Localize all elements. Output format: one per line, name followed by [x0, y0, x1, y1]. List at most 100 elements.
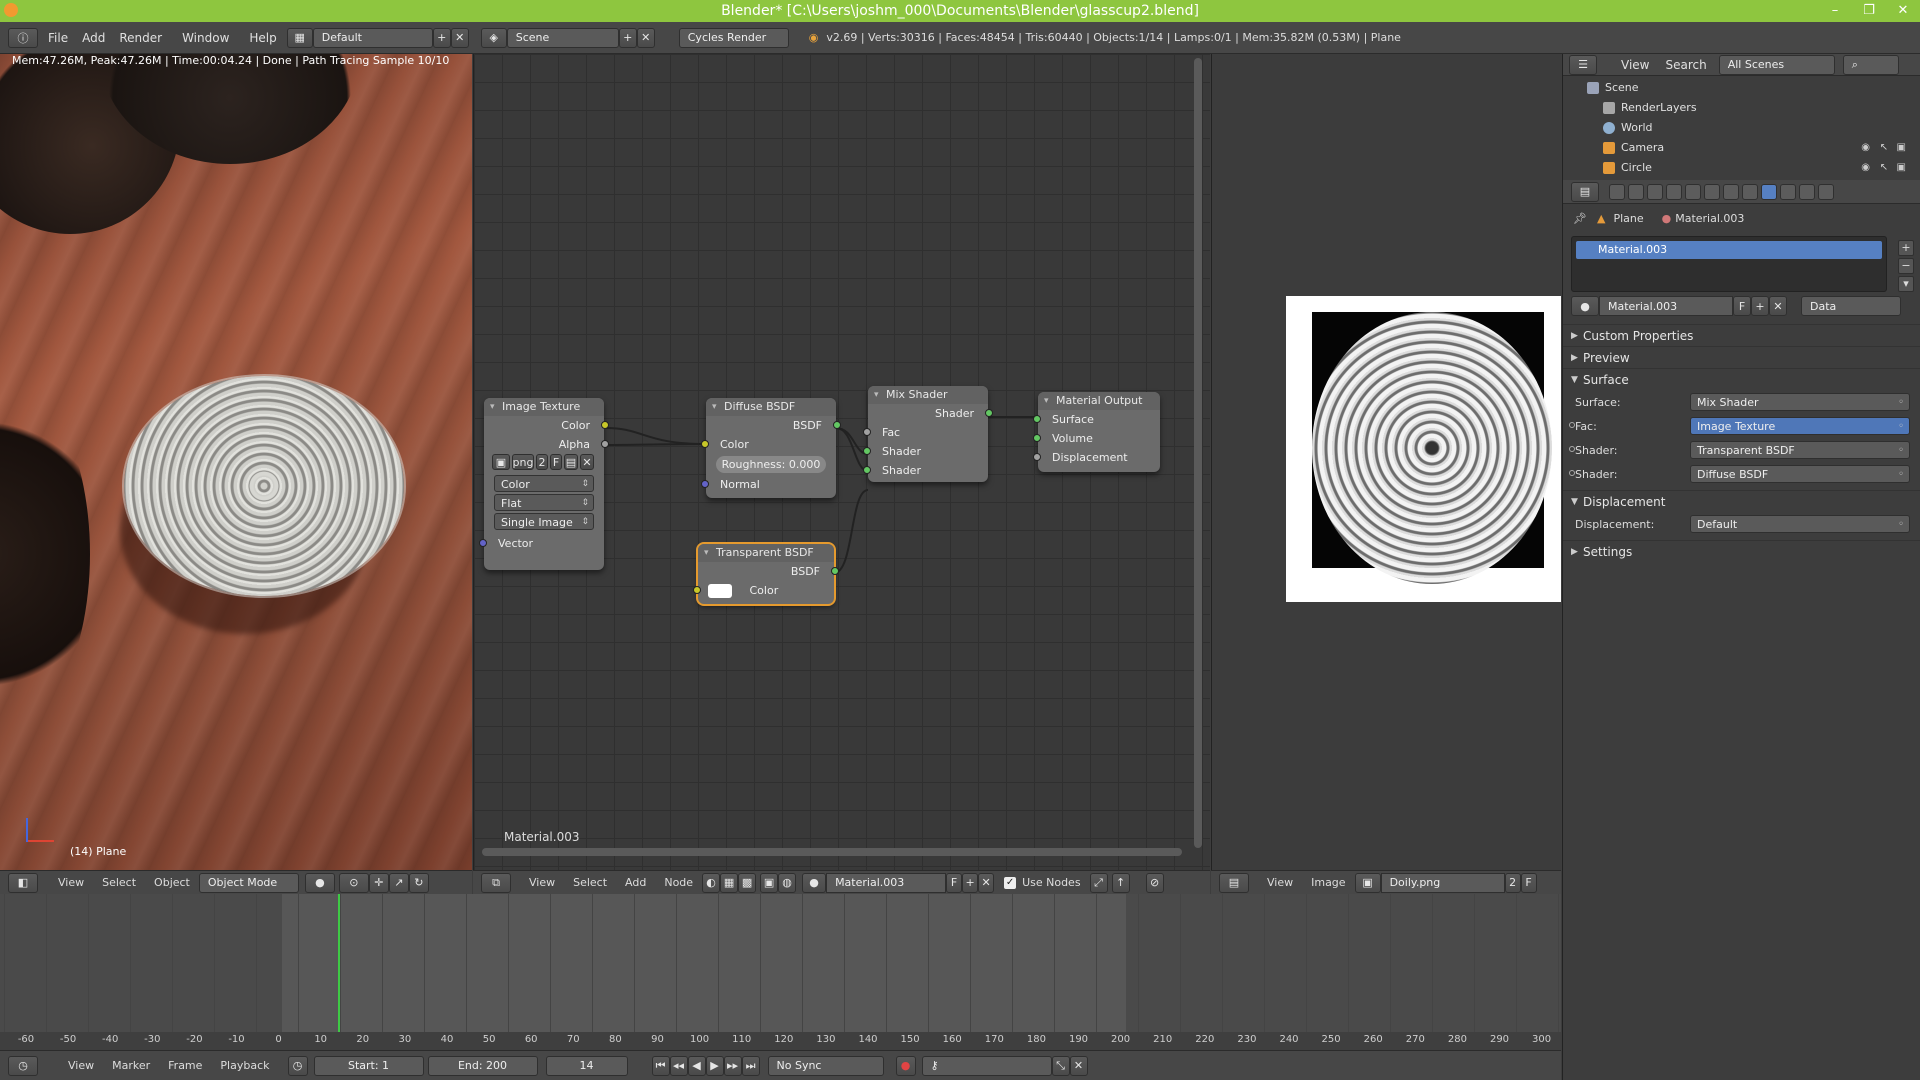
image-selector[interactable]: ▣ png 2 F ▤ ✕: [484, 454, 604, 473]
menu-help[interactable]: Help: [249, 31, 276, 45]
delete-layout-button[interactable]: ✕: [450, 27, 469, 48]
node-diffuse-bsdf[interactable]: Diffuse BSDF BSDF Color Roughness: 0.000…: [701, 398, 841, 498]
use-nodes-checkbox[interactable]: ✓: [1004, 876, 1017, 889]
mode-select[interactable]: Object Mode: [198, 872, 299, 893]
preview-range-icon[interactable]: ◷: [287, 1055, 308, 1076]
image-users-count[interactable]: 2: [1504, 872, 1521, 893]
visibility-eye-icon[interactable]: ◉: [1861, 138, 1870, 158]
shader2-select[interactable]: Diffuse BSDF: [1690, 465, 1910, 484]
image-name-field[interactable]: Doily.png: [1380, 872, 1505, 893]
delete-scene-button[interactable]: ✕: [636, 27, 655, 48]
menu-marker[interactable]: Marker: [112, 1059, 150, 1072]
viewport-shading-icon[interactable]: ●: [304, 872, 335, 893]
jump-keyframe-forward-icon[interactable]: ▸▸: [723, 1055, 742, 1076]
node-editor[interactable]: Image Texture Color Alpha ▣ png 2 F ▤ ✕ …: [473, 54, 1210, 870]
outliner-row-circle[interactable]: Circle ◉ ↖ ▣: [1587, 158, 1920, 178]
projection-select[interactable]: Flat: [494, 494, 594, 512]
editor-type-outliner-icon[interactable]: ☰: [1569, 54, 1597, 75]
parent-node-icon[interactable]: ↑: [1111, 872, 1130, 893]
menu-playback[interactable]: Playback: [220, 1059, 269, 1072]
menu-view[interactable]: View: [1267, 876, 1293, 889]
shader1-select[interactable]: Transparent BSDF: [1690, 441, 1910, 460]
insert-keyframe-icon[interactable]: ⤡: [1051, 1055, 1070, 1076]
render-engine-select[interactable]: Cycles Render: [678, 27, 789, 48]
editor-type-node-icon[interactable]: ⧉: [481, 872, 511, 893]
material-tab-icon[interactable]: [1761, 183, 1777, 200]
editor-type-3d-icon[interactable]: ◧: [8, 872, 38, 893]
outliner-row-scene[interactable]: Scene: [1587, 78, 1920, 98]
modifiers-tab-icon[interactable]: [1723, 183, 1739, 200]
image-name-field[interactable]: png: [512, 454, 534, 470]
object-tab-icon[interactable]: [1685, 183, 1701, 200]
material-name-field[interactable]: Material.003: [1599, 296, 1733, 316]
selectable-arrow-icon[interactable]: ↖: [1880, 158, 1888, 178]
fake-user-button[interactable]: F: [1520, 872, 1537, 893]
material-browse-icon[interactable]: ●: [802, 872, 827, 893]
sync-mode-select[interactable]: No Sync: [767, 1055, 884, 1076]
color-space-select[interactable]: Color: [494, 475, 594, 493]
panel-displacement[interactable]: ▼ Displacement: [1563, 490, 1920, 512]
new-material-button[interactable]: +: [1751, 296, 1769, 316]
node-image-texture[interactable]: Image Texture Color Alpha ▣ png 2 F ▤ ✕ …: [479, 398, 609, 570]
add-scene-button[interactable]: +: [618, 27, 637, 48]
menu-add[interactable]: Add: [625, 876, 646, 889]
unlink-material-button[interactable]: ✕: [1769, 296, 1787, 316]
image-browse-icon[interactable]: ▣: [492, 454, 510, 470]
texture-nodes-icon[interactable]: ▩: [738, 872, 757, 893]
maximize-button[interactable]: ❐: [1852, 0, 1886, 22]
image-users-count[interactable]: 2: [536, 454, 548, 470]
jump-start-icon[interactable]: ⏮: [651, 1055, 670, 1076]
node-material-output[interactable]: Material Output Surface Volume Displacem…: [1033, 392, 1160, 472]
unlink-material-button[interactable]: ✕: [978, 872, 995, 893]
editor-type-info-button[interactable]: ⓘ: [8, 27, 38, 48]
add-layout-button[interactable]: +: [432, 27, 451, 48]
world-tab-icon[interactable]: [1666, 183, 1682, 200]
material-browse-icon[interactable]: ●: [1571, 296, 1599, 316]
scene-icon[interactable]: ◈: [480, 27, 507, 48]
particles-tab-icon[interactable]: [1799, 183, 1815, 200]
screen-layout-field[interactable]: Default: [312, 27, 433, 48]
search-icon[interactable]: ⌕: [1842, 54, 1899, 75]
translate-icon[interactable]: ↗: [388, 872, 409, 893]
fake-user-button[interactable]: F: [946, 872, 963, 893]
minimize-button[interactable]: –: [1818, 0, 1852, 22]
compositing-nodes-icon[interactable]: ▦: [720, 872, 739, 893]
delete-keyframe-icon[interactable]: ✕: [1069, 1055, 1088, 1076]
screen-layout-icon[interactable]: ▦: [286, 27, 313, 48]
constraints-tab-icon[interactable]: [1704, 183, 1720, 200]
link-select[interactable]: Data: [1801, 296, 1901, 316]
snap-icon[interactable]: ⊘: [1145, 872, 1164, 893]
properties-editor[interactable]: ▤ 📌︎ ▲ Plane ● Material.003 Material.003…: [1562, 180, 1920, 1080]
panel-settings[interactable]: ▶ Settings: [1563, 540, 1920, 562]
renderable-camera-icon[interactable]: ▣: [1897, 158, 1906, 178]
editor-type-image-icon[interactable]: ▤: [1219, 872, 1249, 893]
editor-type-timeline-icon[interactable]: ◷: [8, 1055, 38, 1076]
backdrop-icon[interactable]: ⤢: [1089, 872, 1108, 893]
outliner-row-camera[interactable]: Camera ◉ ↖ ▣: [1587, 138, 1920, 158]
manipulator-icon[interactable]: ✛: [368, 872, 389, 893]
panel-custom-properties[interactable]: ▶ Custom Properties: [1563, 324, 1920, 346]
play-icon[interactable]: ▶: [705, 1055, 724, 1076]
node-mix-shader[interactable]: Mix Shader Shader Fac Shader Shader: [863, 386, 993, 482]
pivot-point-icon[interactable]: ⊙: [338, 872, 369, 893]
start-frame-field[interactable]: Start: 1: [313, 1055, 424, 1076]
render-tab-icon[interactable]: [1609, 183, 1625, 200]
image-browse-icon[interactable]: ▣: [1354, 872, 1381, 893]
slot-menu-button[interactable]: ▾: [1898, 276, 1914, 292]
material-slot-item[interactable]: Material.003: [1576, 241, 1882, 259]
end-frame-field[interactable]: End: 200: [427, 1055, 538, 1076]
timeline[interactable]: -60 -50 -40 -30 -20 -10 0 10 20 30 40 50 60 70 80 90 100…: [0, 894, 1561, 1050]
menu-search[interactable]: Search: [1665, 58, 1706, 72]
menu-view[interactable]: View: [1621, 58, 1649, 72]
editor-type-properties-icon[interactable]: ▤: [1571, 181, 1599, 202]
jump-end-icon[interactable]: ⏭: [741, 1055, 760, 1076]
remove-slot-button[interactable]: −: [1898, 258, 1914, 274]
world-shader-icon[interactable]: ◍: [778, 872, 797, 893]
fake-user-button[interactable]: F: [550, 454, 562, 470]
open-image-icon[interactable]: ▤: [564, 454, 578, 470]
displacement-select[interactable]: Default: [1690, 515, 1910, 534]
current-frame-field[interactable]: 14: [545, 1055, 628, 1076]
source-select[interactable]: Single Image: [494, 513, 594, 531]
vertical-scrollbar[interactable]: [1194, 58, 1202, 848]
horizontal-scrollbar[interactable]: [482, 848, 1182, 856]
